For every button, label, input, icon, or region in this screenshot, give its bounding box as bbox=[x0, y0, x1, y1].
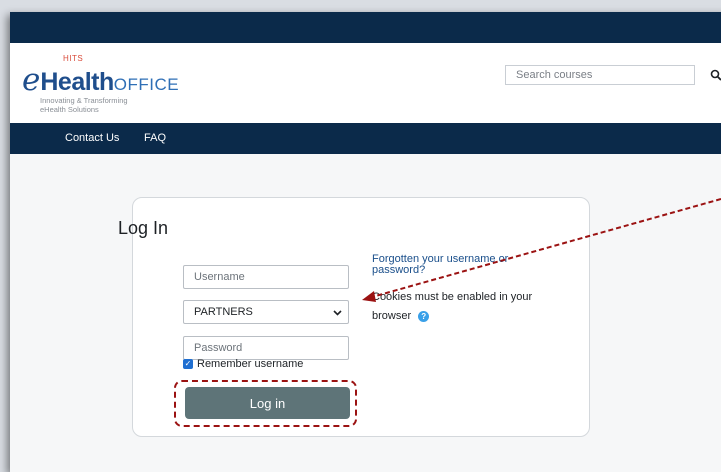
logo-wordmark: e Health OFFICE bbox=[22, 64, 179, 96]
login-title: Log In bbox=[118, 218, 169, 238]
search-input[interactable]: Search courses bbox=[505, 65, 695, 85]
password-field[interactable]: Password bbox=[183, 336, 349, 360]
search-icon[interactable] bbox=[710, 69, 721, 81]
nav-contact-us[interactable]: Contact Us bbox=[65, 132, 119, 144]
site-header: HITS e Health OFFICE Innovating & Transf… bbox=[10, 43, 721, 123]
logo-tagline-line1: Innovating & Transforming bbox=[40, 96, 128, 105]
top-bar bbox=[10, 12, 721, 43]
remember-label: Remember username bbox=[197, 358, 304, 370]
logo-e: e bbox=[22, 62, 41, 98]
cookies-text-line1: Cookies must be enabled in your bbox=[372, 291, 533, 303]
annotation-highlight-box bbox=[174, 380, 357, 427]
remember-checkbox[interactable]: ✓ bbox=[183, 359, 193, 369]
chevron-down-icon bbox=[333, 310, 342, 316]
forgot-password-link[interactable]: Forgotten your username or password? bbox=[372, 254, 532, 276]
cookies-notice: Cookies must be enabled in your browser … bbox=[372, 288, 542, 326]
site-logo[interactable]: HITS e Health OFFICE Innovating & Transf… bbox=[22, 52, 192, 117]
cookies-text-browser: browser bbox=[372, 310, 412, 322]
organization-select[interactable]: PARTNERS bbox=[183, 300, 349, 324]
logo-tagline: Innovating & Transforming eHealth Soluti… bbox=[40, 96, 128, 114]
question-circle-icon[interactable]: ? bbox=[418, 310, 430, 322]
nav-faq[interactable]: FAQ bbox=[144, 132, 166, 144]
logo-health: Health bbox=[40, 68, 114, 96]
main-navbar: Contact Us FAQ bbox=[10, 123, 721, 154]
remember-username[interactable]: ✓ Remember username bbox=[183, 358, 303, 370]
logo-tagline-line2: eHealth Solutions bbox=[40, 105, 99, 114]
logo-hits-text: HITS bbox=[63, 54, 84, 63]
organization-selected-value: PARTNERS bbox=[194, 306, 253, 318]
username-field[interactable]: Username bbox=[183, 265, 349, 289]
cookies-text-line2: browser ? bbox=[372, 307, 542, 326]
